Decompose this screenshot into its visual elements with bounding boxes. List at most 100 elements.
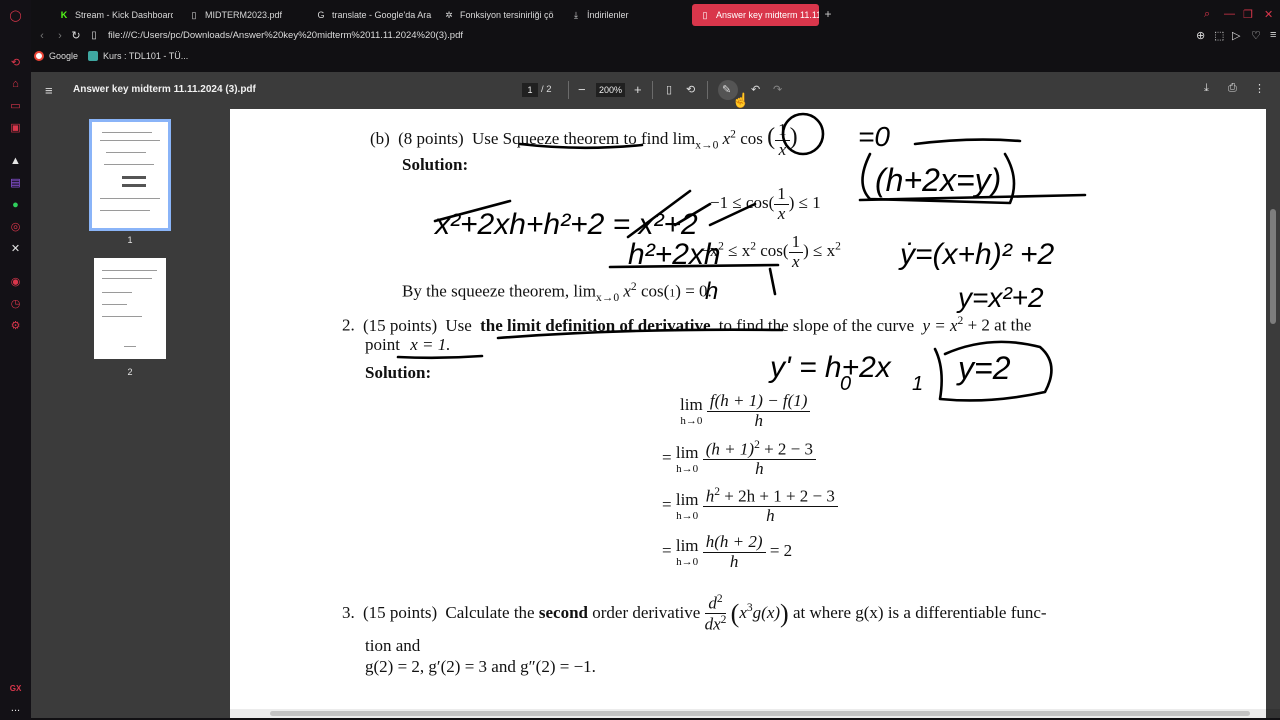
pen-icon: ✎ — [722, 84, 732, 96]
handwriting-one: 1 — [912, 373, 923, 395]
page-number-input[interactable]: 1 — [522, 83, 538, 97]
horizontal-scrollbar[interactable] — [230, 709, 1266, 718]
minimize-icon[interactable]: — — [1224, 8, 1235, 20]
reload-icon[interactable]: ↻ — [69, 28, 83, 44]
inequality-2: −x2 ≤ x2 cos(1 x) ≤ x2 — [700, 232, 841, 271]
sidebar-toggle-icon[interactable]: ≡ — [45, 83, 53, 98]
twitch-icon[interactable]: ▤ — [8, 175, 23, 190]
twitch-side-icon[interactable]: ▭ — [8, 98, 23, 113]
limit-step-4: = lim h→0 h(h + 2) h = 2 — [662, 532, 792, 571]
lim-subscript: h→0 — [680, 415, 703, 428]
thumb-text-line — [100, 198, 160, 199]
math-g: g(x) — [752, 602, 781, 622]
tab-answer-key[interactable]: ▯ Answer key midterm 11.11 — [692, 4, 819, 26]
question-text: point — [365, 335, 400, 354]
zoom-icon[interactable]: ⊕ — [1196, 29, 1205, 42]
forward-icon[interactable]: › — [53, 28, 67, 44]
fit-page-icon[interactable]: ▯ — [666, 83, 672, 96]
fraction: 1x — [775, 120, 790, 159]
redo-icon[interactable]: ↷ — [773, 83, 782, 96]
restore-icon[interactable]: ❐ — [1243, 8, 1253, 21]
undo-icon[interactable]: ↶ — [751, 83, 760, 96]
question-points: (8 points) — [398, 129, 464, 149]
numerator: h2 + 2h + 1 + 2 − 3 — [702, 485, 838, 508]
thumbnail-page-1[interactable] — [89, 119, 171, 231]
tab-midterm2023[interactable]: ▯ MIDTERM2023.pdf — [181, 4, 301, 26]
rotate-icon[interactable]: ⟲ — [686, 83, 695, 96]
ineq-left: −1 ≤ cos( — [710, 193, 775, 213]
ineq-left: −x — [700, 241, 719, 261]
music-player-icon[interactable]: ▣ — [8, 120, 23, 135]
file-icon: ▯ — [191, 9, 197, 20]
gx-badge[interactable]: GX — [8, 681, 23, 696]
close-icon[interactable]: ✕ — [1264, 8, 1273, 21]
tab-translate[interactable]: G translate - Google'da Ara — [308, 4, 432, 26]
instagram-icon[interactable]: ◎ — [8, 219, 23, 234]
tab-label: İndirilenler — [587, 10, 629, 20]
new-tab-button[interactable]: + — [822, 8, 834, 20]
pdf-viewer: ≡ Answer key midterm 11.11.2024 (3).pdf … — [31, 72, 1280, 718]
tab-fonksiyon[interactable]: ✲ Fonksiyon tersinirliği çözü — [436, 4, 554, 26]
heart-icon[interactable]: ♡ — [1251, 29, 1261, 42]
thumbnail-label: 2 — [127, 367, 133, 377]
solution-label: Solution: — [402, 155, 469, 174]
numerator: (h + 1)2 + 2 − 3 — [702, 438, 817, 461]
opera-gx-logo-icon[interactable]: ◯ — [8, 8, 23, 23]
player-icon[interactable]: ◉ — [8, 274, 23, 289]
math-x: x — [623, 281, 631, 301]
more-icon[interactable]: ... — [8, 700, 23, 715]
google-icon — [34, 51, 44, 61]
thumbnail-page-2[interactable] — [94, 258, 166, 359]
scrollbar-thumb[interactable] — [270, 711, 1250, 716]
zoom-out-icon[interactable]: − — [578, 82, 586, 97]
settings-icon[interactable]: ⚙ — [8, 318, 23, 333]
equals: = — [662, 447, 672, 467]
gx-corner-icon[interactable]: ⟲ — [8, 55, 23, 70]
gx-control-icon[interactable]: ⌂ — [8, 76, 23, 91]
numerator: f(h + 1) − f(1) — [706, 391, 811, 412]
zoom-in-icon[interactable]: + — [634, 82, 642, 97]
num-part: + 2h + 1 + 2 − 3 — [720, 486, 835, 506]
denominator: h — [754, 410, 763, 430]
thumb-text-line — [102, 304, 127, 305]
tab-kick[interactable]: K Stream - Kick Dashboard — [51, 4, 173, 26]
url-field[interactable]: file:///C:/Users/pc/Downloads/Answer%20k… — [108, 30, 463, 41]
lim-text: lim — [675, 443, 699, 463]
tab-downloads[interactable]: ⤓ İndirilenler — [563, 4, 681, 26]
snapshot-icon[interactable]: ⬚ — [1214, 29, 1224, 42]
download-icon[interactable]: ⤓ — [1204, 82, 1209, 95]
whatsapp-icon[interactable]: ● — [8, 197, 23, 212]
math-curve: y = x — [922, 315, 958, 335]
send-icon[interactable]: ▷ — [1232, 29, 1240, 42]
vertical-scrollbar[interactable] — [1266, 109, 1280, 709]
back-icon[interactable]: ‹ — [35, 28, 49, 44]
question-3-line: 3. (15 points) Calculate the second orde… — [342, 592, 1047, 634]
zoom-input[interactable]: 200% — [596, 83, 625, 97]
num-part: d — [708, 593, 717, 613]
more-options-icon[interactable]: ⋮ — [1254, 82, 1265, 95]
limit-operator: lim h→0 — [676, 490, 699, 522]
bookmark-google[interactable]: Google — [34, 51, 78, 61]
thumb-text-line — [124, 346, 136, 347]
bookmark-kurs[interactable]: Kurs : TDL101 - TÜ... — [88, 51, 188, 61]
search-icon[interactable]: ⌕ — [1204, 8, 1210, 21]
limit-operator: lim h→0 — [680, 395, 703, 427]
tab-label: Fonksiyon tersinirliği çözü — [460, 10, 554, 20]
denominator: dx2 — [705, 613, 727, 634]
kick-icon: K — [60, 10, 68, 20]
handwriting-y-eq: y=x²+2 — [956, 282, 1044, 313]
aria-icon[interactable]: ▲ — [8, 153, 23, 168]
browser-sidebar: ◯ ⟲ ⌂ ▭ ▣ ▲ ▤ ● ◎ ✕ ◉ ◷ ⚙ GX ... — [0, 0, 31, 720]
question-points: (15 points) — [363, 602, 438, 622]
math-cos: cos — [740, 129, 763, 149]
scrollbar-thumb[interactable] — [1270, 209, 1276, 324]
history-icon[interactable]: ◷ — [8, 296, 23, 311]
ineq-mid: ≤ x — [723, 241, 751, 261]
question-bold: second — [538, 602, 588, 622]
bookmarks-bar: Google Kurs : TDL101 - TÜ... — [31, 51, 631, 67]
x-twitter-icon[interactable]: ✕ — [8, 241, 23, 256]
math-x: x — [739, 602, 747, 622]
menu-icon[interactable]: ≡ — [1270, 29, 1276, 41]
limit-operator: lim h→0 — [676, 536, 699, 568]
print-icon[interactable]: ⎙ — [1228, 82, 1237, 95]
